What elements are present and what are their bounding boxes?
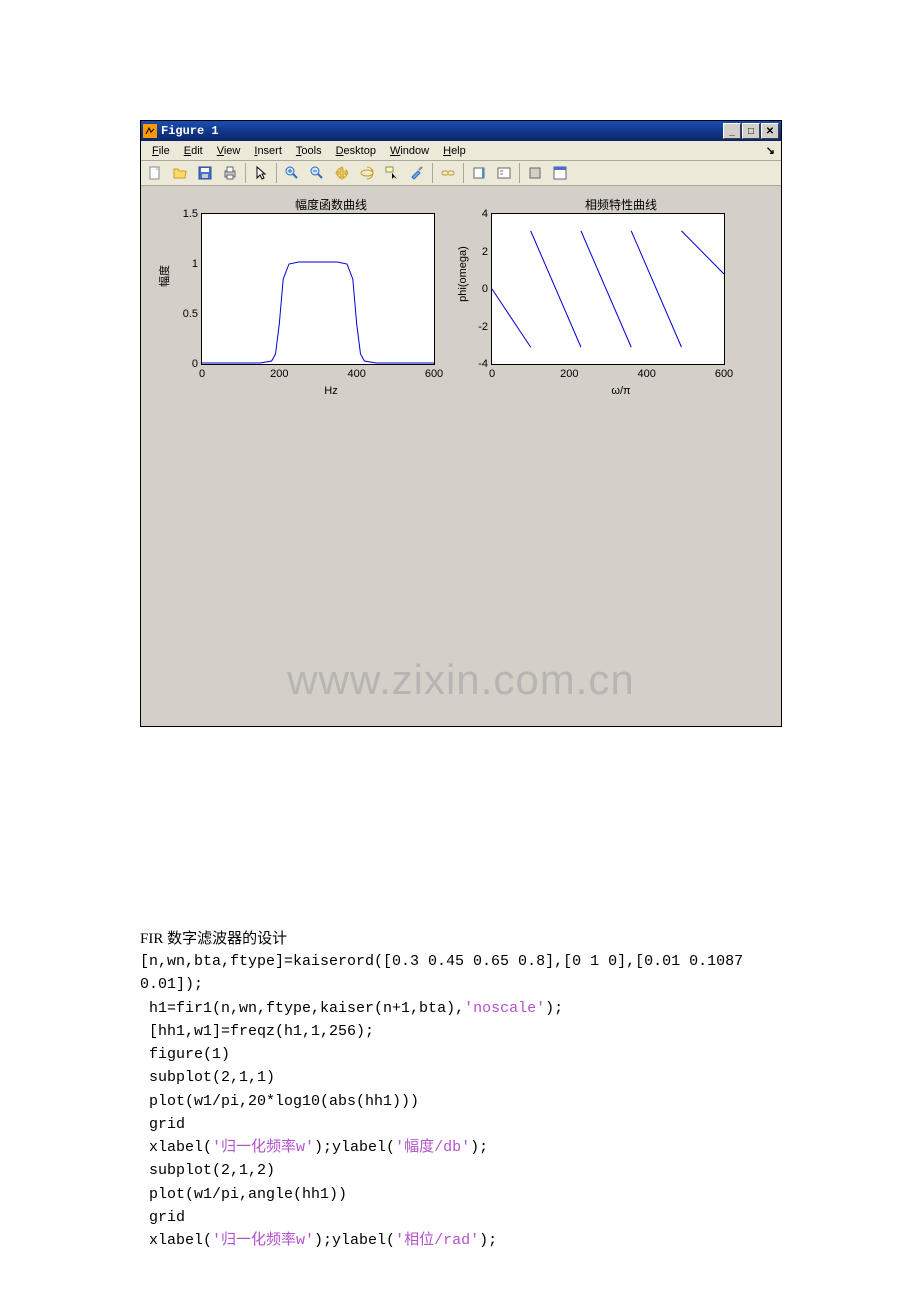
toolbar-separator — [519, 163, 520, 183]
chart1-xtick: 200 — [270, 368, 288, 380]
figure-canvas: 幅度函数曲线 00.511.50200400600 幅度 Hz 相频特性曲线 -… — [141, 186, 781, 726]
chart1-ytick: 1 — [174, 258, 198, 270]
menu-desktop[interactable]: Desktop — [329, 144, 383, 158]
menu-insert[interactable]: Insert — [247, 144, 289, 158]
chart1-ytick: 0 — [174, 358, 198, 370]
chart2-axes: -4-20240200400600 — [491, 213, 725, 365]
chart1-ytick: 0.5 — [174, 308, 198, 320]
zoom-in-icon[interactable] — [280, 161, 304, 185]
menubar: FileEditViewInsertToolsDesktopWindowHelp… — [141, 141, 781, 161]
window-controls: _ □ ✕ — [723, 123, 779, 139]
dock-icon[interactable] — [548, 161, 572, 185]
code-block: [n,wn,bta,ftype]=kaiserord([0.3 0.45 0.6… — [140, 950, 780, 1252]
section-heading: FIR 数字滤波器的设计 — [140, 927, 780, 948]
chart1-ytick: 1.5 — [174, 208, 198, 220]
toolbar-separator — [245, 163, 246, 183]
chart1-axes: 00.511.50200400600 — [201, 213, 435, 365]
print-icon[interactable] — [218, 161, 242, 185]
chart1-xtick: 600 — [425, 368, 443, 380]
legend-icon[interactable] — [492, 161, 516, 185]
open-file-icon[interactable] — [168, 161, 192, 185]
chart2-xtick: 200 — [560, 368, 578, 380]
maximize-button[interactable]: □ — [742, 123, 760, 139]
chart2-xtick: 600 — [715, 368, 733, 380]
toolbar-separator — [276, 163, 277, 183]
chart2-title: 相频特性曲线 — [491, 196, 751, 213]
minimize-button[interactable]: _ — [723, 123, 741, 139]
menu-file[interactable]: File — [145, 144, 177, 158]
link-icon[interactable] — [436, 161, 460, 185]
save-icon[interactable] — [193, 161, 217, 185]
window-title: Figure 1 — [161, 124, 723, 138]
matlab-figure-icon — [143, 124, 157, 138]
dock-arrow-icon[interactable]: ↘ — [766, 144, 775, 157]
toolbar-separator — [463, 163, 464, 183]
new-file-icon[interactable] — [143, 161, 167, 185]
chart2-ylabel: phi(omega) — [457, 246, 469, 302]
chart2-xtick: 400 — [637, 368, 655, 380]
chart2-xtick: 0 — [489, 368, 495, 380]
brush-icon[interactable] — [405, 161, 429, 185]
subplot-phase: 相频特性曲线 -4-20240200400600 phi(omega) ω/π — [491, 196, 751, 365]
menu-view[interactable]: View — [210, 144, 248, 158]
watermark-text: www.zixin.com.cn — [287, 656, 634, 704]
colorbar-icon[interactable] — [467, 161, 491, 185]
chart2-ytick: 4 — [464, 208, 488, 220]
chart1-title: 幅度函数曲线 — [201, 196, 461, 213]
chart1-xlabel: Hz — [324, 385, 337, 397]
menu-edit[interactable]: Edit — [177, 144, 210, 158]
close-button[interactable]: ✕ — [761, 123, 779, 139]
toolbar — [141, 161, 781, 186]
menu-window[interactable]: Window — [383, 144, 436, 158]
menu-help[interactable]: Help — [436, 144, 473, 158]
chart2-line — [492, 214, 724, 364]
chart1-line — [202, 214, 434, 364]
hide-tools-icon[interactable] — [523, 161, 547, 185]
chart1-xtick: 400 — [347, 368, 365, 380]
chart2-xlabel: ω/π — [611, 385, 630, 397]
menu-tools[interactable]: Tools — [289, 144, 329, 158]
datacursor-icon[interactable] — [380, 161, 404, 185]
chart1-ylabel: 幅度 — [156, 265, 172, 287]
subplot-magnitude: 幅度函数曲线 00.511.50200400600 幅度 Hz — [201, 196, 461, 365]
chart2-ytick: -2 — [464, 321, 488, 333]
zoom-out-icon[interactable] — [305, 161, 329, 185]
chart2-ytick: -4 — [464, 358, 488, 370]
window-titlebar: Figure 1 _ □ ✕ — [141, 121, 781, 141]
figure-window: Figure 1 _ □ ✕ FileEditViewInsertToolsDe… — [140, 120, 782, 727]
pointer-icon[interactable] — [249, 161, 273, 185]
toolbar-separator — [432, 163, 433, 183]
chart1-xtick: 0 — [199, 368, 205, 380]
rotate3d-icon[interactable] — [355, 161, 379, 185]
pan-icon[interactable] — [330, 161, 354, 185]
